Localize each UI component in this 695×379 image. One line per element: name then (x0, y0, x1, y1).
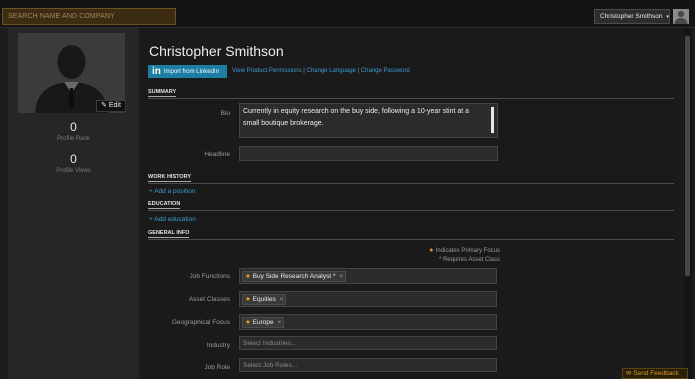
asset-class-chip[interactable]: ★ Equities × (242, 294, 287, 305)
industry-select[interactable]: Select Industries... (239, 336, 497, 350)
remove-icon[interactable]: × (339, 273, 343, 280)
bio-label: Bio (220, 110, 230, 117)
geo-focus-label: Geographical Focus (171, 319, 230, 326)
star-icon: ★ (428, 248, 434, 254)
remove-icon[interactable]: × (277, 319, 281, 326)
import-linkedin-label: Import from LinkedIn (163, 69, 219, 75)
star-icon[interactable]: ★ (245, 319, 251, 326)
linkedin-icon: in (152, 66, 161, 77)
send-feedback-button[interactable]: ✉ Send Feedback (622, 368, 688, 379)
link-separator: | (357, 68, 360, 74)
chevron-down-icon: ▾ (666, 14, 669, 20)
asset-classes-label: Asset Classes (188, 296, 230, 303)
change-password-link[interactable]: Change Password (361, 68, 410, 74)
bio-scrollbar[interactable] (491, 107, 494, 133)
user-name: Christopher Smithson (600, 13, 663, 20)
profile-rank-label: Profile Rank (57, 136, 90, 142)
job-functions-select[interactable]: ★ Buy Side Research Analyst * × (239, 268, 497, 284)
headline-input[interactable] (239, 146, 498, 161)
general-info-section-heading: GENERAL INFO (148, 230, 674, 240)
profile-rank-value: 0 (70, 120, 77, 134)
scrollbar-thumb[interactable] (685, 36, 690, 276)
pencil-icon: ✎ (101, 102, 107, 109)
summary-section-heading: SUMMARY (148, 89, 674, 99)
send-feedback-label: Send Feedback (633, 370, 679, 377)
profile-main: Christopher Smithson in Import from Linke… (139, 28, 683, 379)
job-role-label: Job Role (204, 364, 230, 371)
asset-classes-select[interactable]: ★ Equities × (239, 291, 497, 307)
profile-sidebar: ✎ Edit 0 Profile Rank 0 Profile Views (8, 28, 139, 379)
envelope-icon: ✉ (626, 370, 632, 377)
headline-label: Headline (204, 151, 230, 158)
user-avatar-icon[interactable] (673, 9, 689, 24)
page-title: Christopher Smithson (149, 43, 284, 59)
education-section-heading: EDUCATION (148, 201, 674, 211)
profile-views-value: 0 (70, 152, 77, 166)
edit-photo-button[interactable]: ✎ Edit (96, 100, 126, 112)
required-legend: * Requires Asset Class (438, 257, 500, 263)
bio-text: Currently in equity research on the buy … (243, 108, 470, 127)
star-icon[interactable]: ★ (245, 296, 251, 303)
remove-icon[interactable]: × (280, 296, 284, 303)
job-role-select[interactable]: Select Job Roles... (239, 358, 497, 372)
profile-views-label: Profile Views (56, 168, 91, 174)
page-scrollbar[interactable] (684, 28, 692, 379)
top-bar: SEARCH NAME AND COMPANY Christopher Smit… (0, 0, 695, 28)
add-position-link[interactable]: + Add a position (149, 188, 195, 195)
geo-focus-chip[interactable]: ★ Europe × (242, 317, 285, 328)
work-history-section-heading: WORK HISTORY (148, 174, 674, 184)
add-education-link[interactable]: + Add education (149, 216, 196, 223)
search-input[interactable]: SEARCH NAME AND COMPANY (2, 8, 176, 25)
star-icon[interactable]: ★ (245, 273, 251, 280)
import-linkedin-button[interactable]: in Import from LinkedIn (148, 65, 227, 78)
link-separator: | (303, 68, 305, 74)
change-language-link[interactable]: Change Language (307, 68, 356, 74)
job-function-chip[interactable]: ★ Buy Side Research Analyst * × (242, 271, 346, 282)
edit-label: Edit (108, 102, 121, 109)
primary-focus-legend: ★ Indicates Primary Focus (428, 248, 500, 254)
view-permissions-link[interactable]: View Product Permissions (232, 68, 302, 74)
user-menu-button[interactable]: Christopher Smithson ▾ (594, 9, 670, 24)
bio-textarea[interactable]: Currently in equity research on the buy … (239, 103, 498, 138)
geo-focus-select[interactable]: ★ Europe × (239, 314, 497, 330)
job-functions-label: Job Functions (189, 273, 230, 280)
account-links: View Product Permissions | Change Langua… (232, 68, 410, 74)
industry-label: Industry (206, 342, 230, 349)
